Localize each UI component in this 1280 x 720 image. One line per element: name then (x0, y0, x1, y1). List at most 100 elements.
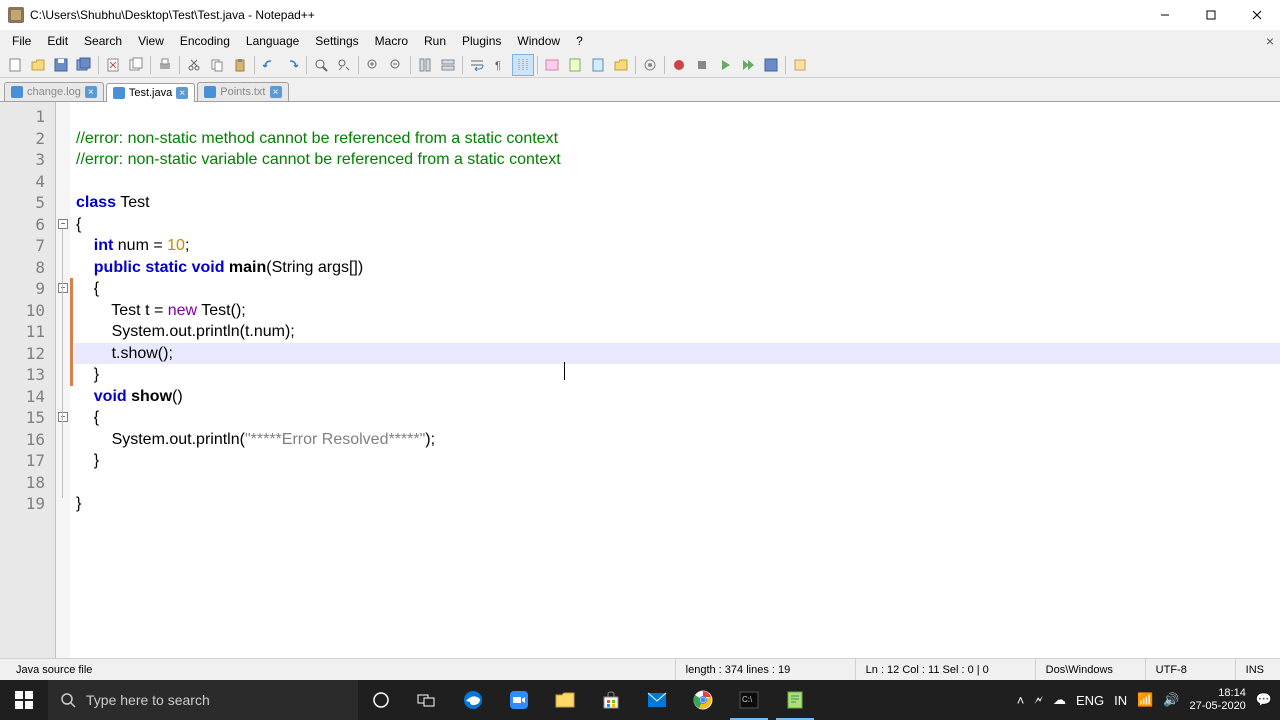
store-icon[interactable] (588, 680, 634, 720)
tab-close-icon[interactable]: × (270, 86, 282, 98)
folder-button[interactable] (610, 54, 632, 76)
menu-encoding[interactable]: Encoding (172, 32, 238, 50)
tray-chevron-icon[interactable]: ˄ (1017, 693, 1025, 708)
menu-settings[interactable]: Settings (307, 32, 366, 50)
zoom-in-button[interactable] (362, 54, 384, 76)
tray-wifi-icon[interactable]: 📶 (1137, 692, 1153, 708)
status-mode[interactable]: INS (1236, 659, 1274, 680)
menu-help[interactable]: ? (568, 32, 591, 50)
find-button[interactable] (310, 54, 332, 76)
tabbar: change.log × Test.java × Points.txt × (0, 78, 1280, 102)
tab-close-icon[interactable]: × (85, 86, 97, 98)
tab-testjava[interactable]: Test.java × (106, 83, 195, 102)
udl-button[interactable] (541, 54, 563, 76)
mdi-close-icon[interactable]: × (1266, 33, 1274, 49)
copy-button[interactable] (206, 54, 228, 76)
tray-battery-icon[interactable]: 🗲 (1034, 692, 1043, 708)
editor[interactable]: 12345678910111213141516171819 − − − //erro… (0, 102, 1280, 658)
status-encoding[interactable]: UTF-8 (1146, 659, 1236, 680)
start-button[interactable] (0, 680, 48, 720)
zoom-out-button[interactable] (385, 54, 407, 76)
menu-edit[interactable]: Edit (39, 32, 76, 50)
chrome-icon[interactable] (680, 680, 726, 720)
menu-search[interactable]: Search (76, 32, 130, 50)
save-button[interactable] (50, 54, 72, 76)
file-icon (204, 86, 216, 98)
menu-file[interactable]: File (4, 32, 39, 50)
menubar: File Edit Search View Encoding Language … (0, 30, 1280, 52)
menu-plugins[interactable]: Plugins (454, 32, 509, 50)
paste-button[interactable] (229, 54, 251, 76)
tray-time: 18:14 (1190, 687, 1246, 700)
titlebar: C:\Users\Shubhu\Desktop\Test\Test.java -… (0, 0, 1280, 30)
open-file-button[interactable] (27, 54, 49, 76)
save-macro-button[interactable] (760, 54, 782, 76)
search-placeholder: Type here to search (86, 692, 210, 708)
close-button[interactable] (1234, 0, 1280, 30)
doc-map-button[interactable] (564, 54, 586, 76)
indent-guide-button[interactable] (512, 54, 534, 76)
toolbar: ¶ (0, 52, 1280, 78)
cut-button[interactable] (183, 54, 205, 76)
notifications-icon[interactable]: 💬 (1256, 692, 1272, 708)
undo-button[interactable] (258, 54, 280, 76)
status-eol[interactable]: Dos\Windows (1036, 659, 1146, 680)
record-macro-button[interactable] (668, 54, 690, 76)
word-wrap-button[interactable] (466, 54, 488, 76)
play-multi-button[interactable] (737, 54, 759, 76)
tray-lang[interactable]: ENG (1076, 693, 1104, 708)
tab-changelog[interactable]: change.log × (4, 82, 104, 101)
code-area[interactable]: //error: non-static method cannot be ref… (74, 102, 1280, 658)
close-all-button[interactable] (125, 54, 147, 76)
tab-label: Points.txt (220, 86, 265, 98)
menu-window[interactable]: Window (509, 32, 568, 50)
stop-macro-button[interactable] (691, 54, 713, 76)
text-cursor (564, 362, 565, 380)
file-explorer-icon[interactable] (542, 680, 588, 720)
menu-language[interactable]: Language (238, 32, 307, 50)
tray-volume-icon[interactable]: 🔊 (1163, 692, 1179, 708)
minimize-button[interactable] (1142, 0, 1188, 30)
sync-h-button[interactable] (437, 54, 459, 76)
monitor-button[interactable] (639, 54, 661, 76)
task-view-icon[interactable] (404, 680, 450, 720)
app-icon (8, 7, 24, 23)
maximize-button[interactable] (1188, 0, 1234, 30)
all-chars-button[interactable]: ¶ (489, 54, 511, 76)
taskbar-search[interactable]: Type here to search (48, 680, 358, 720)
fold-toggle[interactable]: − (58, 412, 68, 422)
window-controls (1142, 0, 1280, 30)
menu-run[interactable]: Run (416, 32, 454, 50)
notepadpp-icon[interactable] (772, 680, 818, 720)
play-macro-button[interactable] (714, 54, 736, 76)
status-position: Ln : 12 Col : 11 Sel : 0 | 0 (856, 659, 1036, 680)
print-button[interactable] (154, 54, 176, 76)
file-icon (11, 86, 23, 98)
cortana-icon[interactable] (358, 680, 404, 720)
close-file-button[interactable] (102, 54, 124, 76)
replace-button[interactable] (333, 54, 355, 76)
tray-keyboard[interactable]: IN (1114, 693, 1127, 708)
taskbar-icons: C:\ (358, 680, 818, 720)
sync-v-button[interactable] (414, 54, 436, 76)
menu-macro[interactable]: Macro (367, 32, 416, 50)
func-list-button[interactable] (587, 54, 609, 76)
fold-margin[interactable]: − − − (56, 102, 70, 658)
redo-button[interactable] (281, 54, 303, 76)
tray-clock[interactable]: 18:14 27-05-2020 (1190, 687, 1246, 713)
fold-toggle[interactable]: − (58, 219, 68, 229)
line-number-gutter: 12345678910111213141516171819 (0, 102, 56, 658)
spacer-button[interactable] (789, 54, 811, 76)
tab-pointstxt[interactable]: Points.txt × (197, 82, 288, 101)
mail-icon[interactable] (634, 680, 680, 720)
fold-toggle[interactable]: − (58, 283, 68, 293)
zoom-icon[interactable] (496, 680, 542, 720)
tab-close-icon[interactable]: × (176, 87, 188, 99)
tab-label: Test.java (129, 87, 172, 99)
edge-icon[interactable] (450, 680, 496, 720)
menu-view[interactable]: View (130, 32, 172, 50)
tray-onedrive-icon[interactable]: ☁ (1053, 692, 1066, 708)
cmd-icon[interactable]: C:\ (726, 680, 772, 720)
save-all-button[interactable] (73, 54, 95, 76)
new-file-button[interactable] (4, 54, 26, 76)
